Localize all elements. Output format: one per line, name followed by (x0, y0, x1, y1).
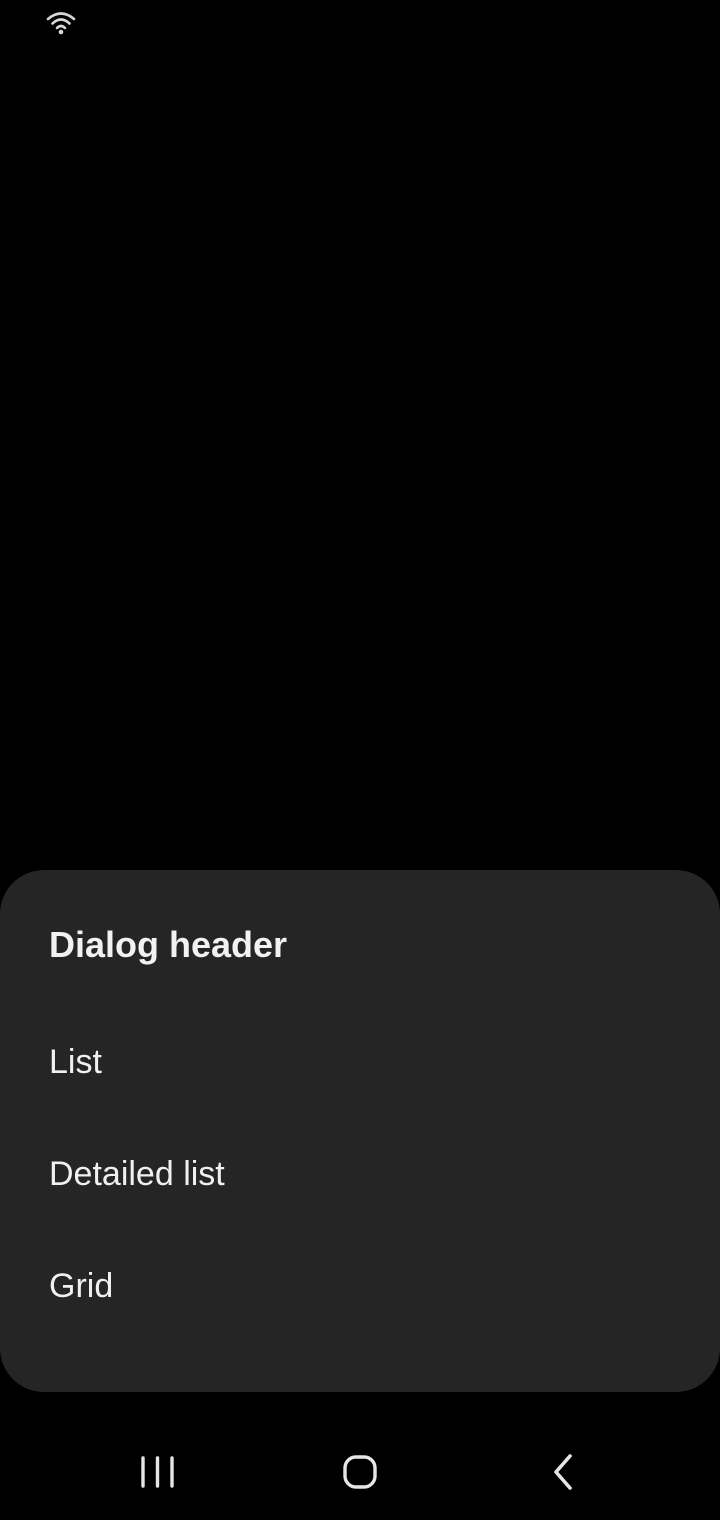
option-label: Detailed list (49, 1155, 225, 1193)
option-label: Grid (49, 1267, 114, 1305)
status-bar (0, 0, 720, 48)
dialog-header: Dialog header (49, 924, 288, 965)
wifi-icon (46, 10, 76, 36)
dimmed-backdrop[interactable] (0, 48, 720, 870)
navigation-bar (0, 1420, 720, 1520)
option-grid[interactable]: Grid (0, 1230, 720, 1342)
option-label: List (49, 1043, 102, 1081)
option-list[interactable]: List (0, 1006, 720, 1118)
phone-screen: Dialog header List Detailed list Grid (0, 0, 720, 1520)
back-button[interactable] (522, 1442, 602, 1502)
option-detailed-list[interactable]: Detailed list (0, 1118, 720, 1230)
recents-button[interactable] (118, 1442, 198, 1502)
bottom-sheet-dialog: Dialog header List Detailed list Grid (0, 870, 720, 1392)
home-button[interactable] (320, 1442, 400, 1502)
